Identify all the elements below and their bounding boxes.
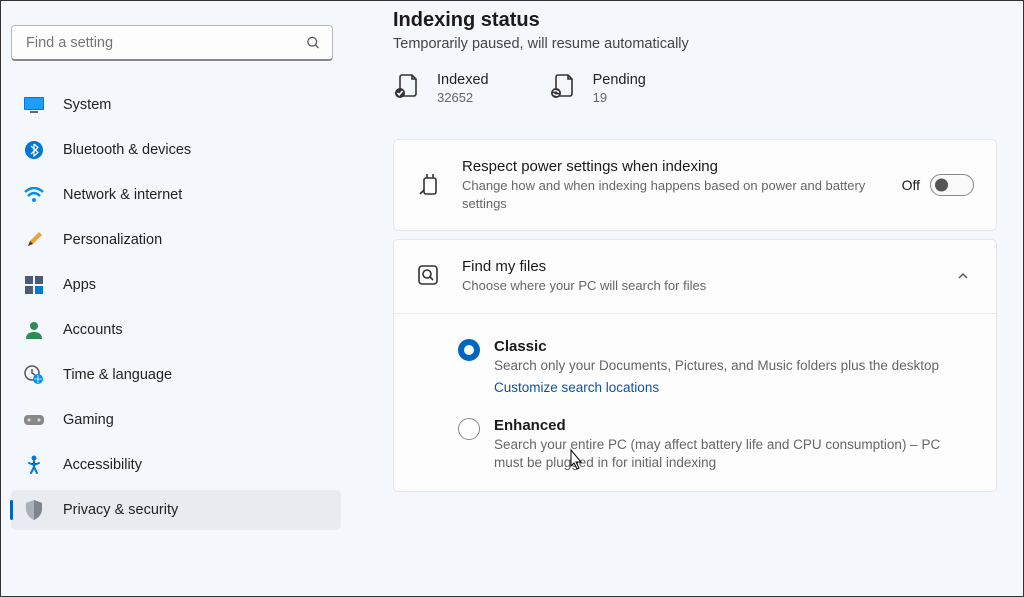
sidebar-item-label: System (63, 97, 111, 113)
accessibility-icon (23, 454, 45, 476)
option-title: Classic (494, 338, 939, 355)
sidebar-item-label: Bluetooth & devices (63, 142, 191, 158)
sidebar-item-accessibility[interactable]: Accessibility (11, 445, 341, 485)
sidebar-item-privacy[interactable]: Privacy & security (11, 490, 341, 530)
power-toggle-group: Off (902, 174, 974, 196)
find-my-files-header[interactable]: Find my files Choose where your PC will … (394, 240, 996, 313)
search-page-icon (416, 263, 442, 289)
option-classic[interactable]: Classic Search only your Documents, Pict… (458, 338, 972, 395)
display-icon (23, 94, 45, 116)
sidebar-item-time[interactable]: Time & language (11, 355, 341, 395)
find-my-files-card: Find my files Choose where your PC will … (393, 239, 997, 492)
sidebar-item-bluetooth[interactable]: Bluetooth & devices (11, 130, 341, 170)
card-title: Find my files (462, 258, 932, 275)
card-desc: Change how and when indexing happens bas… (462, 177, 882, 212)
paintbrush-icon (23, 229, 45, 251)
gamepad-icon (23, 409, 45, 431)
sidebar-item-label: Time & language (63, 367, 172, 383)
card-title: Respect power settings when indexing (462, 158, 882, 175)
sidebar-item-accounts[interactable]: Accounts (11, 310, 341, 350)
sidebar-item-label: Accessibility (63, 457, 142, 473)
sidebar-item-label: Accounts (63, 322, 123, 338)
main-content: Indexing status Temporarily paused, will… (351, 1, 1023, 596)
option-title: Enhanced (494, 417, 972, 434)
card-desc: Choose where your PC will search for fil… (462, 277, 932, 295)
shield-icon (23, 499, 45, 521)
stat-value: 32652 (437, 90, 489, 105)
sidebar-item-label: Privacy & security (63, 502, 178, 518)
customize-locations-link[interactable]: Customize search locations (494, 380, 659, 395)
file-check-icon (393, 72, 421, 100)
page-subtitle: Temporarily paused, will resume automati… (393, 36, 997, 52)
file-sync-icon (549, 72, 577, 100)
stat-label: Indexed (437, 72, 489, 88)
sidebar-item-label: Network & internet (63, 187, 182, 203)
apps-icon (23, 274, 45, 296)
radio-enhanced[interactable] (458, 418, 480, 440)
sidebar-item-personalization[interactable]: Personalization (11, 220, 341, 260)
indexing-stats: Indexed 32652 Pending 19 (393, 72, 997, 105)
option-enhanced[interactable]: Enhanced Search your entire PC (may affe… (458, 417, 972, 474)
clock-globe-icon (23, 364, 45, 386)
stat-label: Pending (593, 72, 646, 88)
option-desc: Search your entire PC (may affect batter… (494, 436, 972, 474)
power-plug-icon (416, 172, 442, 198)
stat-indexed: Indexed 32652 (393, 72, 489, 105)
sidebar-item-label: Gaming (63, 412, 114, 428)
stat-value: 19 (593, 90, 646, 105)
page-title: Indexing status (393, 9, 997, 32)
find-files-options: Classic Search only your Documents, Pict… (394, 313, 996, 492)
sidebar-item-system[interactable]: System (11, 85, 341, 125)
sidebar-item-label: Personalization (63, 232, 162, 248)
power-settings-card: Respect power settings when indexing Cha… (393, 139, 997, 231)
stat-pending: Pending 19 (549, 72, 646, 105)
wifi-icon (23, 184, 45, 206)
search-input[interactable] (11, 25, 333, 61)
power-toggle[interactable] (930, 174, 974, 196)
sidebar-item-label: Apps (63, 277, 96, 293)
toggle-state-label: Off (902, 177, 920, 193)
person-icon (23, 319, 45, 341)
sidebar: System Bluetooth & devices Network & int… (1, 1, 351, 596)
bluetooth-icon (23, 139, 45, 161)
sidebar-item-network[interactable]: Network & internet (11, 175, 341, 215)
search-icon (306, 36, 321, 51)
nav-list: System Bluetooth & devices Network & int… (11, 85, 341, 530)
chevron-up-icon (952, 269, 974, 283)
search-field[interactable] (11, 25, 333, 61)
radio-classic[interactable] (458, 339, 480, 361)
option-desc: Search only your Documents, Pictures, an… (494, 357, 939, 376)
sidebar-item-apps[interactable]: Apps (11, 265, 341, 305)
sidebar-item-gaming[interactable]: Gaming (11, 400, 341, 440)
